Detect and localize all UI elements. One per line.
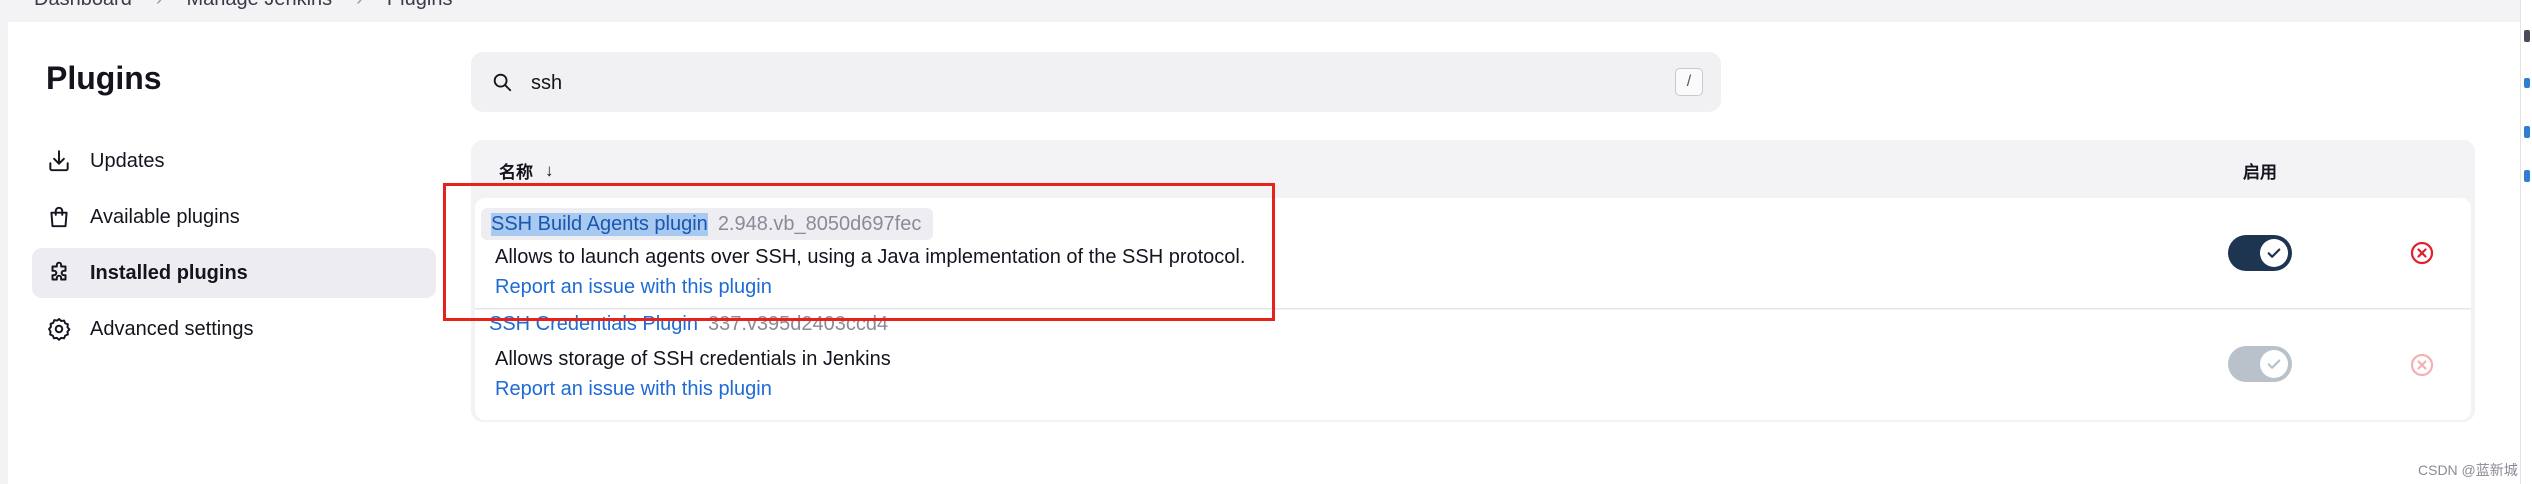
report-issue-link[interactable]: Report an issue with this plugin xyxy=(495,378,772,401)
column-header-enabled: 启用 xyxy=(2243,163,2277,182)
sidebar-item-label: Available plugins xyxy=(90,205,240,228)
breadcrumb-item-plugins[interactable]: Plugins xyxy=(387,0,453,11)
search-input[interactable] xyxy=(529,52,1533,114)
shopping-bag-icon xyxy=(46,204,72,230)
column-header-name-label: 名称 xyxy=(499,163,533,182)
plugin-search-bar: / xyxy=(471,52,1721,114)
sidebar-item-label: Updates xyxy=(90,149,165,172)
keyboard-shortcut-hint: / xyxy=(1675,68,1703,96)
search-icon xyxy=(491,71,513,93)
side-panel-icon xyxy=(2524,126,2530,138)
sidebar-item-label: Installed plugins xyxy=(90,261,248,284)
enable-toggle-disabled xyxy=(2228,346,2292,382)
sidebar-item-label: Advanced settings xyxy=(90,317,254,340)
uninstall-icon[interactable] xyxy=(2409,240,2435,266)
column-header-name[interactable]: 名称 ↓ xyxy=(499,158,554,183)
check-icon xyxy=(2260,350,2288,378)
puzzle-icon xyxy=(46,260,72,286)
sidebar: Updates Available plugins Installed plug… xyxy=(32,136,436,360)
annotation-highlight-box xyxy=(443,183,1275,321)
breadcrumb-separator: › xyxy=(356,0,363,11)
breadcrumb: Dashboard › Manage Jenkins › Plugins xyxy=(34,0,452,11)
breadcrumb-item-manage-jenkins[interactable]: Manage Jenkins xyxy=(187,0,333,11)
table-row: SSH Credentials Plugin 337.v395d2403ccd4… xyxy=(475,310,2471,420)
sidebar-item-installed-plugins[interactable]: Installed plugins xyxy=(32,248,436,298)
left-edge xyxy=(0,22,8,484)
sidebar-item-updates[interactable]: Updates xyxy=(32,136,436,186)
enable-toggle[interactable] xyxy=(2228,235,2292,271)
side-panel-icon xyxy=(2524,78,2530,88)
breadcrumb-separator: › xyxy=(156,0,163,11)
sidebar-item-available-plugins[interactable]: Available plugins xyxy=(32,192,436,242)
top-bar: Dashboard › Manage Jenkins › Plugins xyxy=(0,0,2520,22)
plugin-description: Allows storage of SSH credentials in Jen… xyxy=(495,348,891,370)
breadcrumb-item-dashboard[interactable]: Dashboard xyxy=(34,0,132,11)
side-panel-icon xyxy=(2524,170,2530,182)
page-title: Plugins xyxy=(46,60,162,96)
download-icon xyxy=(46,148,72,174)
gear-icon xyxy=(46,316,72,342)
side-panel-icon xyxy=(2524,30,2530,42)
sort-arrow-icon: ↓ xyxy=(545,160,554,180)
check-icon xyxy=(2260,239,2288,267)
sidebar-item-advanced-settings[interactable]: Advanced settings xyxy=(32,304,436,354)
uninstall-icon-disabled xyxy=(2409,352,2435,378)
watermark: CSDN @蓝新城 xyxy=(2418,462,2518,478)
right-side-panel xyxy=(2520,0,2532,484)
